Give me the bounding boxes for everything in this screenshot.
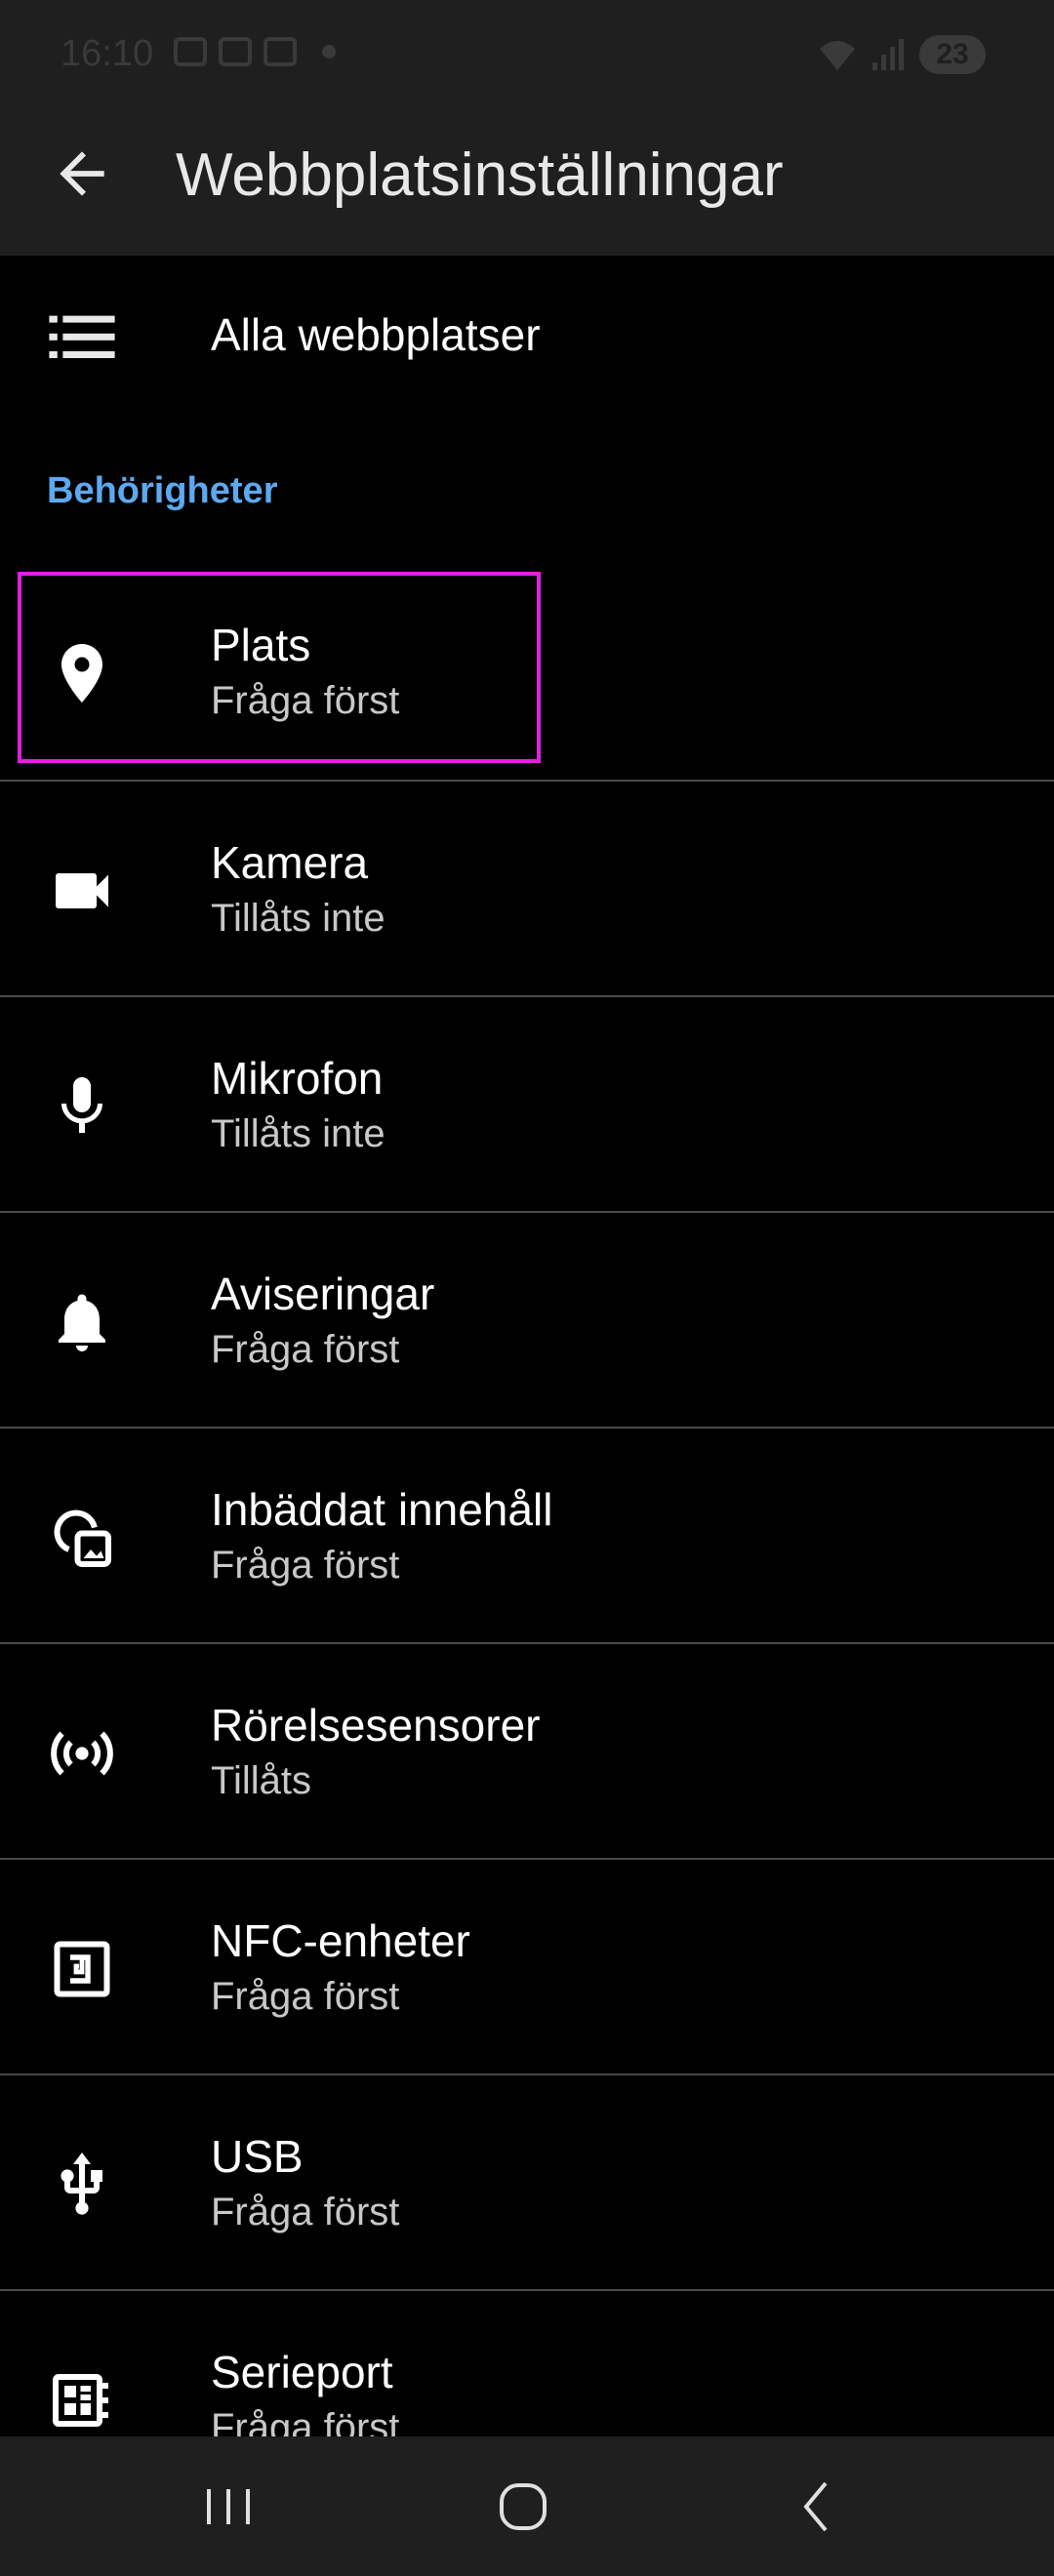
permission-title: NFC-enheter xyxy=(211,1915,470,1966)
permissions-list: Plats Fråga först Kamera Tillåts inte Mi… xyxy=(0,564,1054,2505)
location-pin-icon xyxy=(47,638,117,708)
status-notification-icons xyxy=(174,37,336,66)
permission-status: Fråga först xyxy=(211,1975,400,2018)
back-nav-icon[interactable] xyxy=(779,2475,857,2538)
microphone-icon xyxy=(47,1071,117,1142)
permission-item-nfc-devices[interactable]: NFC-enheter Fråga först xyxy=(0,1858,1054,2073)
back-arrow-icon[interactable] xyxy=(49,141,115,207)
permission-title: USB xyxy=(211,2131,304,2182)
permission-status: Fråga först xyxy=(211,1328,400,1371)
status-bar: 16:10 23 xyxy=(0,0,1054,92)
more-notifications-dot-icon xyxy=(322,45,336,59)
permission-status: Tillåts inte xyxy=(211,1112,385,1155)
permission-status: Tillåts xyxy=(211,1759,311,1802)
navigation-bar xyxy=(0,2436,1054,2576)
permission-item-microphone[interactable]: Mikrofon Tillåts inte xyxy=(0,995,1054,1211)
page-title: Webbplatsinställningar xyxy=(176,141,784,209)
permission-title: Kamera xyxy=(211,837,369,888)
permission-item-embedded-content[interactable]: Inbäddat innehåll Fråga först xyxy=(0,1427,1054,1642)
permission-item-notifications[interactable]: Aviseringar Fråga först xyxy=(0,1211,1054,1427)
screenshot-icon xyxy=(174,37,207,66)
calendar-icon xyxy=(219,37,252,66)
permission-status: Fråga först xyxy=(211,2191,400,2234)
permission-status: Tillåts inte xyxy=(211,897,385,940)
recent-apps-icon[interactable] xyxy=(189,2475,267,2538)
all-sites-item[interactable]: Alla webbplatser xyxy=(0,256,1054,418)
wifi-icon xyxy=(820,41,855,70)
bell-icon xyxy=(47,1287,117,1357)
all-sites-label: Alla webbplatser xyxy=(211,309,541,360)
battery-indicator: 23 xyxy=(919,35,986,74)
status-system-icons: 23 xyxy=(818,35,986,74)
signal-icon xyxy=(872,39,904,70)
permission-title: Plats xyxy=(211,620,311,670)
list-icon xyxy=(49,315,115,358)
camera-icon xyxy=(47,856,117,926)
device-icon xyxy=(264,37,297,66)
permissions-section-header: Behörigheter xyxy=(47,470,278,511)
usb-icon xyxy=(47,2150,117,2220)
permission-item-usb[interactable]: USB Fråga först xyxy=(0,2073,1054,2289)
permission-item-camera[interactable]: Kamera Tillåts inte xyxy=(0,780,1054,995)
permission-title: Inbäddat innehåll xyxy=(211,1484,553,1535)
status-time: 16:10 xyxy=(61,33,154,74)
permission-item-location[interactable]: Plats Fråga först xyxy=(0,564,1054,780)
permission-status: Fråga först xyxy=(211,679,400,722)
embedded-content-icon xyxy=(47,1503,117,1573)
permission-title: Serieport xyxy=(211,2347,393,2397)
app-bar: Webbplatsinställningar xyxy=(0,92,1054,256)
nfc-icon xyxy=(47,1934,117,2004)
permission-title: Mikrofon xyxy=(211,1053,384,1104)
permission-title: Aviseringar xyxy=(211,1268,435,1319)
home-icon[interactable] xyxy=(484,2475,562,2538)
serial-port-icon xyxy=(47,2365,117,2435)
motion-sensor-icon xyxy=(47,1718,117,1789)
permission-title: Rörelsesensorer xyxy=(211,1700,541,1751)
permission-status: Fråga först xyxy=(211,1544,400,1587)
permission-item-motion-sensors[interactable]: Rörelsesensorer Tillåts xyxy=(0,1642,1054,1858)
